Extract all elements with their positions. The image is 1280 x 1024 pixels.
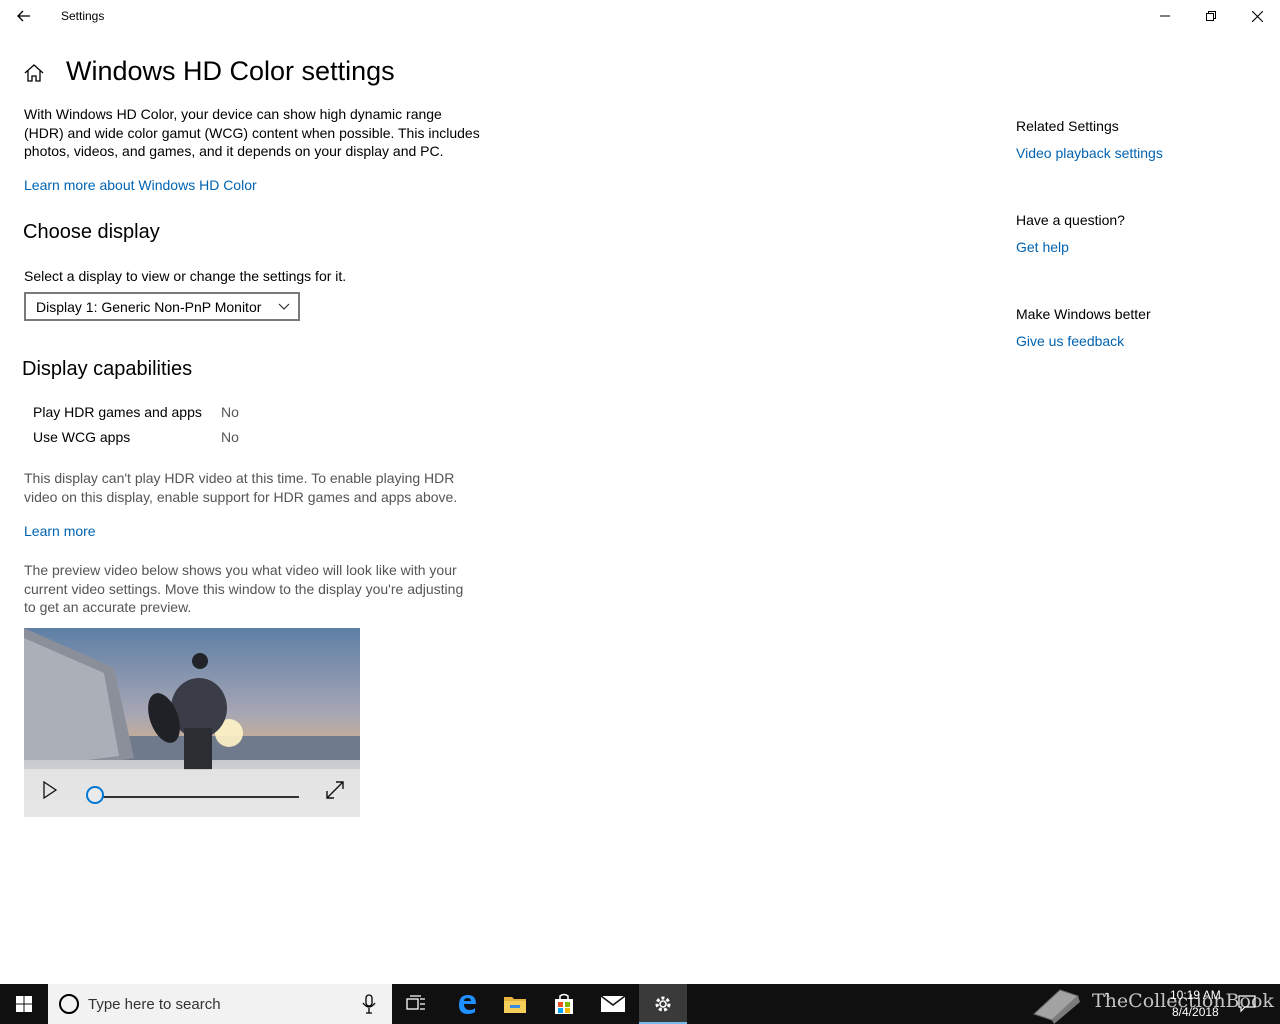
play-button[interactable] (42, 781, 58, 799)
taskbar-search-box[interactable]: Type here to search (48, 984, 392, 1024)
file-explorer-button[interactable] (491, 984, 539, 1024)
page-title: Windows HD Color settings (66, 56, 395, 86)
window-title: Settings (61, 9, 105, 23)
store-button[interactable] (540, 984, 588, 1024)
related-settings-heading: Related Settings (1016, 118, 1119, 134)
mail-icon (600, 995, 626, 1012)
search-placeholder: Type here to search (88, 996, 221, 1013)
minimize-button[interactable] (1142, 0, 1188, 32)
home-button[interactable] (22, 61, 46, 85)
task-view-icon (406, 995, 425, 1010)
display-select-value: Display 1: Generic Non-PnP Monitor (36, 299, 262, 315)
make-windows-better-heading: Make Windows better (1016, 306, 1151, 322)
play-icon (43, 781, 58, 799)
settings-taskbar-button[interactable] (639, 984, 687, 1024)
display-select-dropdown[interactable]: Display 1: Generic Non-PnP Monitor (24, 292, 300, 321)
edge-button[interactable] (443, 984, 491, 1024)
preview-description: The preview video below shows you what v… (24, 562, 464, 615)
capability-label-hdr: Play HDR games and apps (33, 404, 202, 420)
task-view-button[interactable] (392, 984, 440, 1024)
choose-display-heading: Choose display (23, 221, 160, 243)
learn-more-link[interactable]: Learn more (24, 523, 96, 539)
fullscreen-icon (326, 781, 344, 799)
video-playback-settings-link[interactable]: Video playback settings (1016, 145, 1163, 161)
hdr-video-note: This display can't play HDR video at thi… (24, 470, 458, 505)
restore-icon (1206, 11, 1216, 21)
file-explorer-icon (504, 997, 526, 1013)
edge-icon (459, 995, 476, 1014)
capability-label-wcg: Use WCG apps (33, 429, 131, 445)
capability-value-wcg: No (221, 429, 239, 445)
microphone-icon[interactable] (362, 994, 376, 1014)
home-icon (24, 64, 44, 82)
book-logo-icon (1033, 989, 1080, 1024)
get-help-link[interactable]: Get help (1016, 239, 1069, 255)
cortana-icon (59, 994, 79, 1014)
mail-button[interactable] (589, 984, 637, 1024)
settings-icon (655, 996, 671, 1012)
preview-video[interactable] (24, 628, 360, 817)
display-capabilities-heading: Display capabilities (22, 358, 193, 380)
start-icon (16, 996, 32, 1012)
store-icon (555, 993, 573, 1014)
close-button[interactable] (1234, 0, 1280, 32)
chevron-down-icon (278, 303, 290, 310)
choose-display-instruction: Select a display to view or change the s… (24, 268, 347, 284)
page-description: With Windows HD Color, your device can s… (24, 106, 480, 159)
give-feedback-link[interactable]: Give us feedback (1016, 333, 1124, 349)
back-button[interactable] (8, 4, 40, 28)
have-a-question-heading: Have a question? (1016, 212, 1125, 228)
video-controls (24, 769, 360, 817)
watermark-text: TheCollectionBook (1092, 990, 1274, 1012)
title-bar: Settings (0, 0, 1280, 32)
fullscreen-button[interactable] (324, 779, 346, 801)
learn-more-hd-color-link[interactable]: Learn more about Windows HD Color (24, 177, 257, 193)
seek-thumb[interactable] (86, 786, 104, 804)
capability-value-hdr: No (221, 404, 239, 420)
start-button[interactable] (0, 984, 48, 1024)
close-icon (1251, 10, 1263, 22)
back-arrow-icon (17, 10, 30, 22)
minimize-icon (1160, 15, 1170, 17)
seek-bar[interactable] (95, 796, 299, 798)
restore-button[interactable] (1188, 0, 1234, 32)
